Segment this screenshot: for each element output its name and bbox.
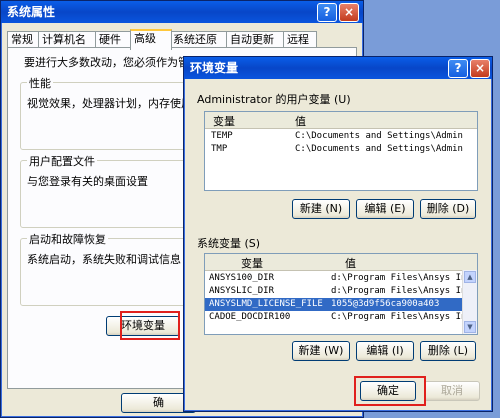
sys-var-value: d:\Program Files\Ansys Inc\v [331, 286, 463, 296]
envvars-help-button[interactable]: ? [448, 59, 468, 78]
tab-hardware[interactable]: 硬件 [95, 31, 133, 48]
sys-var-value: C:\Program Files\Ansys Inc\v [331, 312, 463, 322]
user-var-name: TMP [211, 144, 228, 154]
admin-intro-text: 要进行大多数改动，您必须作为管理 [24, 56, 200, 69]
envvars-ok-button[interactable]: 确定 [360, 381, 416, 401]
environment-variables-window: 环境变量 ? × Administrator 的用户变量 (U) 变量 值 TE… [183, 56, 493, 412]
sysprops-close-button[interactable]: × [339, 3, 359, 22]
user-col-value: 值 [295, 115, 306, 128]
sys-var-value: 1055@3d9f56ca900a403 [331, 299, 440, 309]
system-variables-list[interactable]: 变量 值 ANSYS100_DIR d:\Program Files\Ansys… [204, 253, 478, 335]
user-col-variable: 变量 [213, 115, 235, 128]
envvars-titlebar[interactable]: 环境变量 [184, 57, 492, 79]
performance-label: 性能 [27, 75, 53, 91]
sysprops-help-button[interactable]: ? [317, 3, 337, 22]
tab-system-restore[interactable]: 系统还原 [169, 31, 229, 48]
table-row[interactable]: ANSYS100_DIR d:\Program Files\Ansys Inc\… [205, 272, 463, 285]
sys-col-value: 值 [345, 257, 356, 270]
table-row[interactable]: TEMP C:\Documents and Settings\Admin... [205, 130, 463, 143]
startup-recovery-desc: 系统启动，系统失败和调试信息 [27, 253, 181, 266]
user-variables-list[interactable]: 变量 值 TEMP C:\Documents and Settings\Admi… [204, 111, 478, 191]
performance-desc: 视觉效果，处理器计划，内存使用 [27, 97, 192, 110]
table-row[interactable]: TMP C:\Documents and Settings\Admin... [205, 143, 463, 156]
sysprops-titlebar[interactable]: 系统属性 [1, 1, 363, 23]
sys-var-name: ANSYS100_DIR [209, 273, 275, 283]
system-variables-label: 系统变量 (S) [197, 237, 261, 250]
user-delete-button[interactable]: 删除 (D) [420, 199, 476, 219]
scroll-down-icon[interactable]: ▼ [464, 321, 476, 333]
system-variables-group: 系统变量 (S) 变量 值 ANSYS100_DIR d:\Program Fi… [192, 237, 482, 369]
scroll-up-icon[interactable]: ▲ [464, 271, 476, 283]
sys-list-header: 变量 值 [205, 254, 477, 271]
envvars-title: 环境变量 [190, 61, 239, 75]
environment-variables-button[interactable]: 环境变量 [106, 316, 180, 336]
tab-computer-name[interactable]: 计算机名 [38, 31, 98, 48]
sys-var-value: d:\Program Files\Ansys Inc\v [331, 273, 463, 283]
tab-remote[interactable]: 远程 [283, 31, 317, 48]
startup-recovery-label: 启动和故障恢复 [27, 231, 108, 247]
user-edit-button[interactable]: 编辑 (E) [356, 199, 414, 219]
user-new-button[interactable]: 新建 (N) [292, 199, 350, 219]
tab-auto-update[interactable]: 自动更新 [226, 31, 286, 48]
sysprops-title: 系统属性 [7, 5, 56, 19]
sys-var-name: ANSYSLIC_DIR [209, 286, 275, 296]
sys-var-name: ANSYSLMD_LICENSE_FILE [209, 299, 323, 309]
user-var-value: C:\Documents and Settings\Admin... [295, 131, 463, 141]
sys-delete-button[interactable]: 删除 (L) [420, 341, 476, 361]
sys-var-name: CADOE_DOCDIR100 [209, 312, 291, 322]
user-variables-label: Administrator 的用户变量 (U) [197, 93, 351, 106]
user-list-header: 变量 值 [205, 112, 477, 129]
envvars-close-button[interactable]: × [470, 59, 490, 78]
tab-advanced[interactable]: 高级 [130, 29, 172, 50]
tab-general[interactable]: 常规 [7, 31, 41, 48]
user-profiles-label: 用户配置文件 [27, 153, 97, 169]
user-var-name: TEMP [211, 131, 233, 141]
user-var-value: C:\Documents and Settings\Admin... [295, 144, 463, 154]
envvars-cancel-button[interactable]: 取消 [424, 381, 480, 401]
table-row-selected[interactable]: ANSYSLMD_LICENSE_FILE 1055@3d9f56ca900a4… [205, 298, 463, 311]
user-variables-group: Administrator 的用户变量 (U) 变量 值 TEMP C:\Doc… [192, 93, 482, 225]
user-profiles-desc: 与您登录有关的桌面设置 [27, 175, 148, 188]
table-row[interactable]: ANSYSLIC_DIR d:\Program Files\Ansys Inc\… [205, 285, 463, 298]
sys-new-button[interactable]: 新建 (W) [292, 341, 350, 361]
sys-list-scrollbar[interactable]: ▲ ▼ [462, 270, 477, 334]
table-row[interactable]: CADOE_DOCDIR100 C:\Program Files\Ansys I… [205, 311, 463, 324]
sys-col-variable: 变量 [241, 257, 263, 270]
sys-edit-button[interactable]: 编辑 (I) [356, 341, 414, 361]
